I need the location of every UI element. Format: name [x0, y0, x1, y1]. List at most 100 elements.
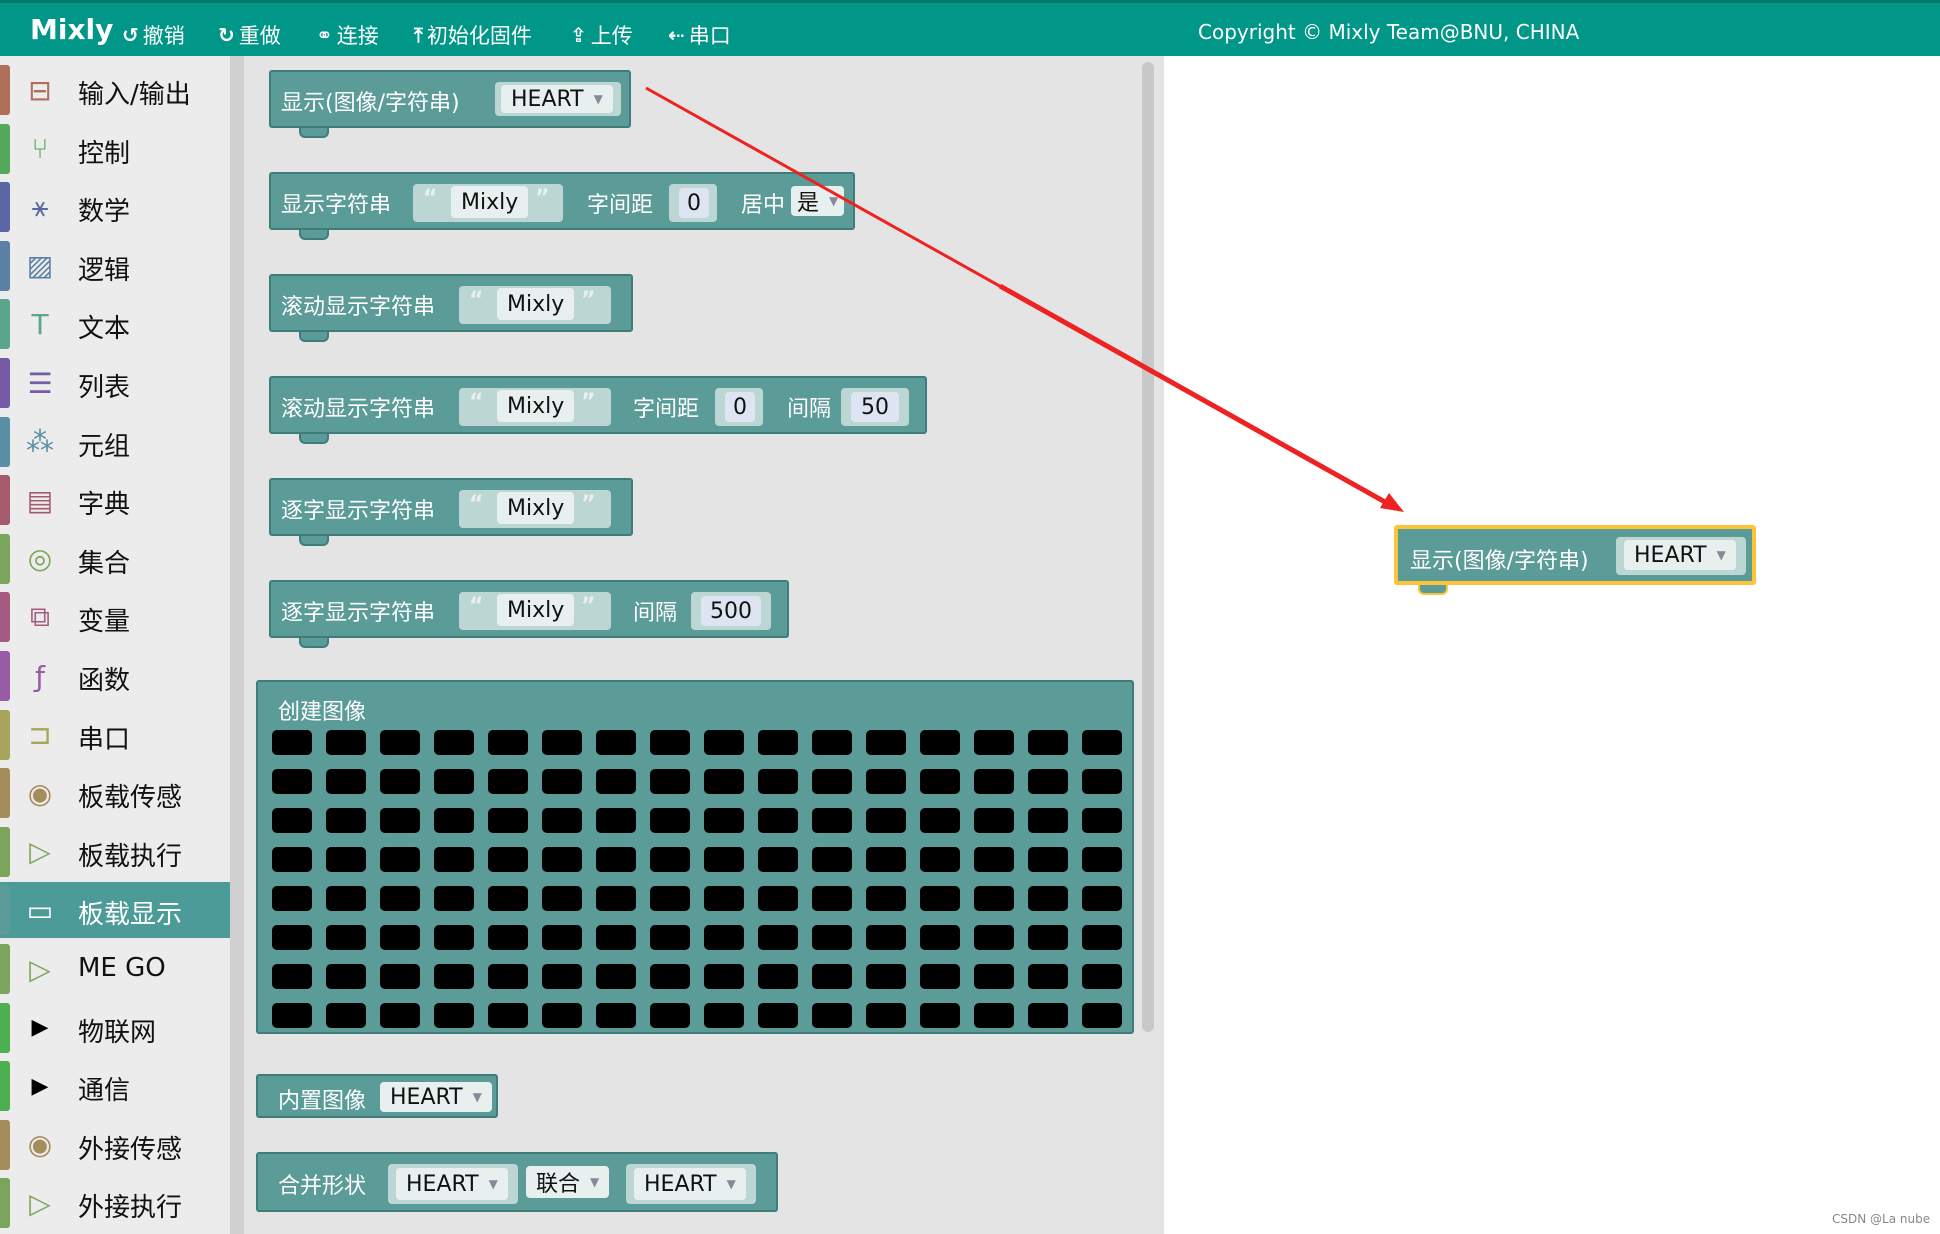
workspace-canvas[interactable]	[1164, 56, 1940, 1234]
led-pixel[interactable]	[596, 847, 636, 872]
led-pixel[interactable]	[866, 730, 906, 755]
string-input[interactable]: Mixly	[497, 288, 575, 320]
led-pixel[interactable]	[488, 847, 528, 872]
led-pixel[interactable]	[1082, 769, 1122, 794]
block-show-string[interactable]: 显示字符串 “ Mixly ” 字间距 0 居中 是 ▼	[269, 172, 855, 230]
sidebar-item-14[interactable]: ▭ 板载显示	[0, 882, 230, 939]
led-pixel[interactable]	[758, 1003, 798, 1028]
shape-b-dropdown[interactable]: HEART ▼	[634, 1168, 746, 1200]
led-pixel[interactable]	[542, 964, 582, 989]
led-pixel[interactable]	[812, 769, 852, 794]
sidebar-item-8[interactable]: ◎ 集合	[0, 531, 230, 587]
led-pixel[interactable]	[542, 808, 582, 833]
canvas-block-show-image[interactable]: 显示(图像/字符串) HEART ▼	[1394, 525, 1756, 585]
undo-button[interactable]: ↺ 撤销	[122, 20, 185, 50]
led-pixel[interactable]	[1082, 1003, 1122, 1028]
sidebar-item-10[interactable]: ƒ 函数	[0, 648, 230, 704]
led-pixel[interactable]	[650, 925, 690, 950]
led-pixel[interactable]	[488, 769, 528, 794]
led-pixel[interactable]	[542, 886, 582, 911]
sidebar-scrollbar[interactable]	[230, 56, 244, 1234]
led-pixel[interactable]	[812, 808, 852, 833]
block-scroll-string[interactable]: 滚动显示字符串 “ Mixly ”	[269, 274, 633, 332]
sidebar-item-7[interactable]: ▤ 字典	[0, 472, 230, 528]
led-pixel[interactable]	[758, 925, 798, 950]
led-pixel[interactable]	[650, 847, 690, 872]
led-pixel[interactable]	[758, 886, 798, 911]
led-pixel[interactable]	[542, 730, 582, 755]
led-pixel[interactable]	[488, 808, 528, 833]
led-pixel[interactable]	[758, 730, 798, 755]
spacing-input[interactable]: 0	[679, 188, 709, 218]
connect-button[interactable]: ⚭ 连接	[316, 20, 379, 50]
shape-a-dropdown[interactable]: HEART ▼	[396, 1168, 508, 1200]
sidebar-item-1[interactable]: ⑂ 控制	[0, 121, 230, 177]
led-pixel[interactable]	[920, 1003, 960, 1028]
led-pixel[interactable]	[434, 964, 474, 989]
interval-input[interactable]: 500	[701, 596, 761, 626]
led-pixel[interactable]	[920, 769, 960, 794]
led-pixel[interactable]	[326, 730, 366, 755]
led-pixel[interactable]	[920, 964, 960, 989]
sidebar-item-16[interactable]: ▶ 物联网	[0, 1000, 230, 1056]
led-pixel[interactable]	[650, 886, 690, 911]
led-pixel[interactable]	[650, 964, 690, 989]
led-pixel[interactable]	[974, 886, 1014, 911]
led-pixel[interactable]	[758, 769, 798, 794]
led-pixel[interactable]	[974, 847, 1014, 872]
image-dropdown[interactable]: HEART ▼	[1624, 540, 1736, 570]
led-pixel[interactable]	[974, 808, 1014, 833]
sidebar-item-0[interactable]: ⊟ 输入/输出	[0, 62, 230, 118]
led-pixel[interactable]	[380, 808, 420, 833]
led-pixel[interactable]	[272, 1003, 312, 1028]
led-pixel[interactable]	[434, 925, 474, 950]
led-pixel[interactable]	[920, 886, 960, 911]
led-pixel[interactable]	[1028, 886, 1068, 911]
led-pixel[interactable]	[1028, 1003, 1068, 1028]
led-pixel[interactable]	[758, 808, 798, 833]
led-pixel[interactable]	[272, 769, 312, 794]
led-pixel[interactable]	[596, 925, 636, 950]
sidebar-item-6[interactable]: ⁂ 元组	[0, 414, 230, 470]
led-pixel[interactable]	[542, 1003, 582, 1028]
led-pixel[interactable]	[488, 1003, 528, 1028]
led-pixel[interactable]	[434, 769, 474, 794]
led-pixel[interactable]	[272, 847, 312, 872]
led-pixel[interactable]	[542, 769, 582, 794]
led-pixel[interactable]	[272, 925, 312, 950]
image-dropdown[interactable]: HEART ▼	[501, 85, 613, 113]
led-pixel[interactable]	[650, 730, 690, 755]
led-pixel[interactable]	[1082, 886, 1122, 911]
led-pixel[interactable]	[974, 1003, 1014, 1028]
led-pixel[interactable]	[1082, 730, 1122, 755]
led-pixel[interactable]	[488, 925, 528, 950]
led-pixel[interactable]	[272, 886, 312, 911]
led-pixel[interactable]	[920, 808, 960, 833]
led-pixel[interactable]	[434, 1003, 474, 1028]
led-pixel[interactable]	[596, 730, 636, 755]
led-pixel[interactable]	[866, 1003, 906, 1028]
led-pixel[interactable]	[866, 925, 906, 950]
led-pixel[interactable]	[866, 964, 906, 989]
led-pixel[interactable]	[596, 769, 636, 794]
led-pixel[interactable]	[1028, 964, 1068, 989]
string-input[interactable]: Mixly	[497, 594, 575, 626]
led-pixel[interactable]	[596, 964, 636, 989]
led-pixel[interactable]	[650, 1003, 690, 1028]
led-pixel[interactable]	[974, 769, 1014, 794]
sidebar-item-12[interactable]: ◉ 板载传感	[0, 765, 230, 821]
led-pixel[interactable]	[812, 964, 852, 989]
block-merge-shape[interactable]: 合并形状 HEART ▼ 联合 ▼ HEART ▼	[256, 1152, 778, 1212]
led-pixel[interactable]	[812, 730, 852, 755]
string-input[interactable]: Mixly	[497, 492, 575, 524]
led-pixel[interactable]	[272, 964, 312, 989]
led-pixel[interactable]	[1028, 925, 1068, 950]
led-pixel[interactable]	[1082, 925, 1122, 950]
led-pixel[interactable]	[920, 847, 960, 872]
led-pixel[interactable]	[974, 730, 1014, 755]
led-pixel[interactable]	[326, 925, 366, 950]
led-pixel[interactable]	[974, 964, 1014, 989]
serial-button[interactable]: ⇠ 串口	[668, 20, 731, 50]
led-pixel[interactable]	[434, 808, 474, 833]
led-pixel[interactable]	[596, 808, 636, 833]
